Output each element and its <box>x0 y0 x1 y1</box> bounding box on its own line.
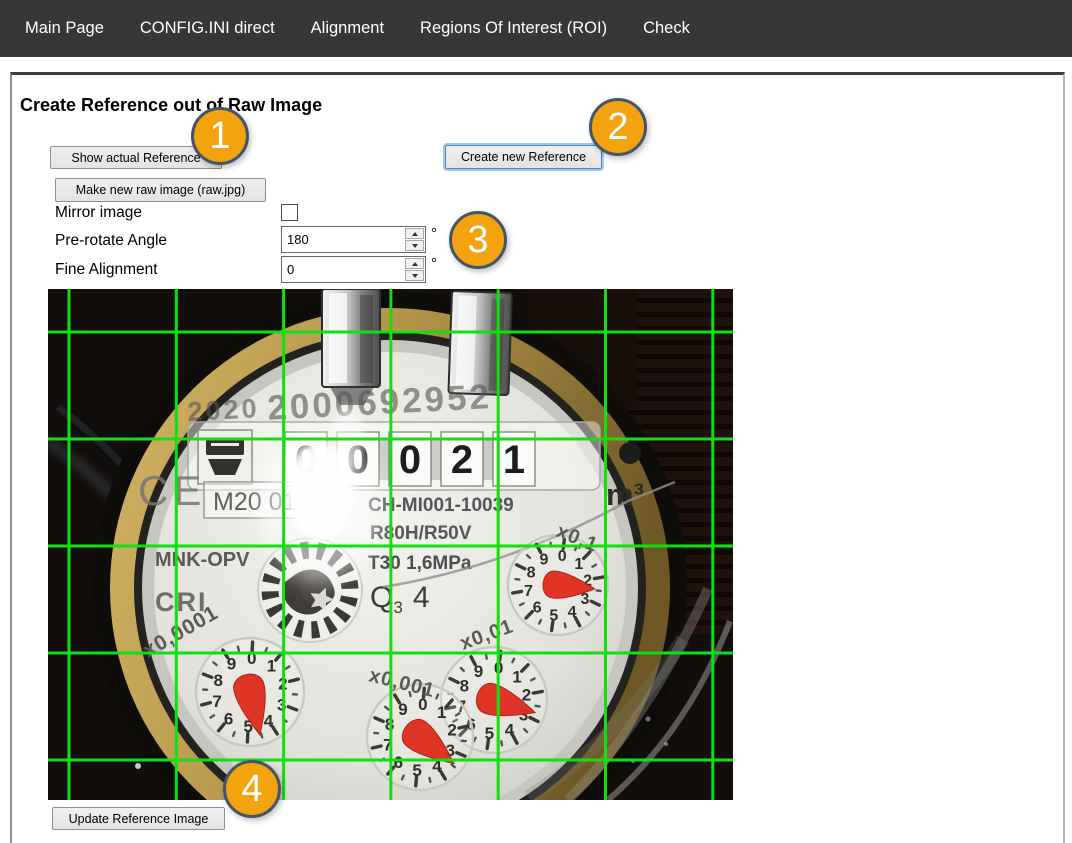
svg-text:7: 7 <box>524 583 533 600</box>
svg-text:6: 6 <box>394 753 403 772</box>
arrow-up-icon <box>412 262 418 266</box>
svg-text:2: 2 <box>451 438 473 482</box>
svg-text:5: 5 <box>549 607 558 624</box>
svg-text:4: 4 <box>264 712 274 731</box>
arrow-down-icon <box>412 274 418 278</box>
svg-text:2: 2 <box>447 721 456 740</box>
fine-spin-up-button[interactable] <box>405 258 424 269</box>
reference-image: 20202000692952 0 0 0 2 1 <box>48 289 733 800</box>
arrow-up-icon <box>412 232 418 236</box>
nav-item-alignment[interactable]: Alignment <box>311 19 384 38</box>
nav-item-config-ini[interactable]: CONFIG.INI direct <box>140 19 275 38</box>
prerotate-angle-label: Pre-rotate Angle <box>55 232 167 250</box>
svg-text:1: 1 <box>512 667 521 686</box>
fine-spin-down-button[interactable] <box>405 270 424 281</box>
unit-m3-label: m³ <box>606 477 644 512</box>
svg-text:1: 1 <box>267 657 276 676</box>
svg-text:1: 1 <box>437 703 446 722</box>
svg-text:0: 0 <box>399 438 421 482</box>
svg-text:8: 8 <box>460 677 469 696</box>
svg-text:6: 6 <box>224 710 233 729</box>
svg-text:4: 4 <box>505 720 515 739</box>
svg-text:1: 1 <box>574 556 583 573</box>
fine-alignment-input[interactable]: 0 <box>281 256 426 283</box>
svg-text:9: 9 <box>398 700 407 719</box>
mirror-image-label: Mirror image <box>55 204 142 222</box>
page-title: Create Reference out of Raw Image <box>20 95 322 116</box>
callout-3: 3 <box>449 211 507 269</box>
svg-text:9: 9 <box>474 662 483 681</box>
prerotate-spin-up-button[interactable] <box>405 228 424 239</box>
fine-alignment-value: 0 <box>282 262 405 277</box>
prerotate-spinner <box>405 228 424 251</box>
svg-text:1: 1 <box>503 438 525 482</box>
nav-item-roi[interactable]: Regions Of Interest (ROI) <box>420 19 607 38</box>
make-new-raw-image-button[interactable]: Make new raw image (raw.jpg) <box>55 178 266 202</box>
water-meter-photo: 20202000692952 0 0 0 2 1 <box>48 289 733 800</box>
mirror-image-checkbox[interactable] <box>281 204 298 221</box>
svg-text:5: 5 <box>412 761 421 780</box>
prerotate-angle-input[interactable]: 180 <box>281 226 426 253</box>
svg-text:8: 8 <box>214 671 223 690</box>
prerotate-degree-unit: ° <box>431 225 437 242</box>
svg-text:8: 8 <box>527 565 536 582</box>
indicator-dot <box>619 442 641 464</box>
svg-text:9: 9 <box>539 551 548 568</box>
svg-text:4: 4 <box>568 604 577 621</box>
callout-2-number: 2 <box>607 106 628 149</box>
prerotate-angle-value: 180 <box>282 232 405 247</box>
ce-mark: CE <box>138 467 206 514</box>
callout-3-number: 3 <box>467 219 488 262</box>
fine-spinner <box>405 258 424 281</box>
callout-2: 2 <box>589 98 647 156</box>
fine-alignment-label: Fine Alignment <box>55 261 158 279</box>
callout-4-number: 4 <box>241 768 262 811</box>
svg-text:9: 9 <box>227 655 236 674</box>
callout-1: 1 <box>191 107 249 165</box>
callout-1-number: 1 <box>209 115 230 158</box>
svg-text:7: 7 <box>212 692 221 711</box>
nav-item-main-page[interactable]: Main Page <box>25 19 104 38</box>
svg-text:6: 6 <box>533 599 542 616</box>
callout-4: 4 <box>223 760 281 818</box>
svg-text:0: 0 <box>558 548 567 565</box>
update-reference-image-button[interactable]: Update Reference Image <box>52 807 225 830</box>
prerotate-spin-down-button[interactable] <box>405 240 424 251</box>
top-nav-bar: Main Page CONFIG.INI direct Alignment Re… <box>0 0 1072 57</box>
create-new-reference-button[interactable]: Create new Reference <box>445 145 602 169</box>
ratio-label: R80H/R50V <box>370 523 472 544</box>
nav-item-check[interactable]: Check <box>643 19 690 38</box>
arrow-down-icon <box>412 244 418 248</box>
fine-degree-unit: ° <box>431 255 437 272</box>
svg-text:5: 5 <box>485 724 494 743</box>
maker-label: MNK-OPV <box>155 549 250 571</box>
